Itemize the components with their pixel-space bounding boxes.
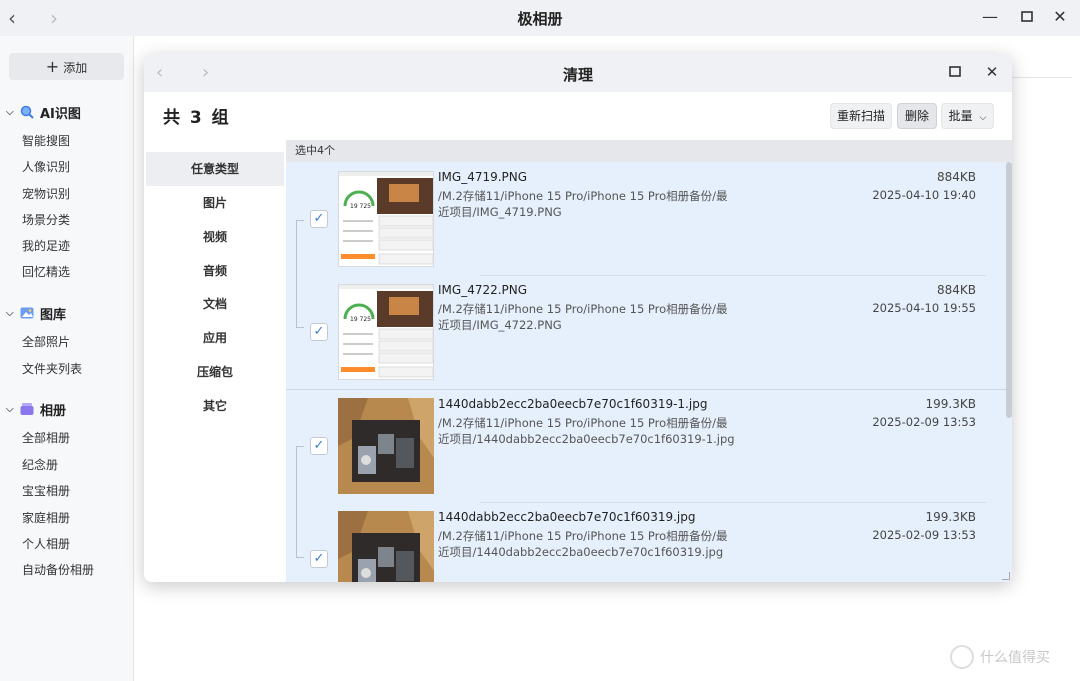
ai-search-icon bbox=[20, 105, 34, 119]
maximize-button[interactable] bbox=[1016, 6, 1038, 28]
chevron-down-icon: ⌵ bbox=[979, 113, 987, 123]
file-size: 199.3KB bbox=[925, 510, 976, 524]
cleanup-dialog: ‹ › 清理 ✕ 共 3 组 重新扫描 删除 批量 ⌵ 任意类型 图片 视频 音… bbox=[144, 54, 1012, 582]
dialog-titlebar: ‹ › 清理 ✕ bbox=[144, 54, 1012, 92]
file-row[interactable]: ✓ 1440dabb2ecc2ba0eecb7e70c1f60319-1.jpg… bbox=[286, 389, 1002, 502]
sidebar-section-gallery[interactable]: ⌵ 图库 bbox=[6, 303, 66, 323]
dialog-maximize-button[interactable] bbox=[945, 63, 965, 81]
file-name: IMG_4719.PNG bbox=[438, 170, 528, 184]
dialog-close-button[interactable]: ✕ bbox=[982, 63, 1002, 81]
sidebar-item-all-albums[interactable]: 全部相册 bbox=[22, 429, 70, 447]
sidebar-item-smart-search[interactable]: 智能搜图 bbox=[22, 132, 70, 150]
category-any[interactable]: 任意类型 bbox=[146, 152, 284, 186]
category-other[interactable]: 其它 bbox=[146, 389, 284, 423]
category-document[interactable]: 文档 bbox=[146, 287, 284, 321]
sidebar-section-title: 相册 bbox=[40, 403, 67, 419]
sidebar-section-title: 图库 bbox=[40, 307, 67, 323]
selection-summary: 选中4个 bbox=[286, 140, 1012, 162]
benchmark-score: 19 725 bbox=[350, 203, 371, 210]
sidebar-item-memories[interactable]: 回忆精选 bbox=[22, 263, 70, 281]
sidebar-item-personal[interactable]: 个人相册 bbox=[22, 535, 70, 553]
sidebar-item-pet[interactable]: 宠物识别 bbox=[22, 185, 70, 203]
minimize-button[interactable]: — bbox=[979, 6, 1001, 28]
file-date: 2025-04-10 19:55 bbox=[872, 301, 976, 315]
watermark-logo-icon bbox=[950, 645, 974, 669]
file-size: 884KB bbox=[936, 170, 976, 184]
duplicate-file-list[interactable]: ✓ 19 725 IMG_4719.PNG /M.2存储11/iPhone 15… bbox=[286, 162, 1012, 582]
chevron-down-icon: ⌵ bbox=[6, 307, 14, 319]
sidebar-section-title: AI识图 bbox=[40, 106, 81, 122]
sidebar-section-album[interactable]: ⌵ 相册 bbox=[6, 399, 66, 419]
resize-handle[interactable] bbox=[1002, 572, 1010, 580]
category-archive[interactable]: 压缩包 bbox=[146, 355, 284, 389]
sidebar: + 添加 ⌵ AI识图 智能搜图 人像识别 宠物识别 场景分类 我的足迹 回忆精选… bbox=[0, 36, 134, 681]
app-titlebar: ‹ › 极相册 — ✕ bbox=[0, 0, 1080, 36]
benchmark-score: 19 725 bbox=[350, 316, 371, 323]
sidebar-item-baby[interactable]: 宝宝相册 bbox=[22, 482, 70, 500]
sidebar-item-all-photos[interactable]: 全部照片 bbox=[22, 333, 70, 351]
sidebar-item-auto-backup[interactable]: 自动备份相册 bbox=[22, 561, 94, 579]
file-date: 2025-02-09 13:53 bbox=[872, 528, 976, 542]
plus-icon: + bbox=[45, 57, 60, 76]
maximize-icon bbox=[949, 66, 961, 77]
sidebar-item-face[interactable]: 人像识别 bbox=[22, 158, 70, 176]
file-thumbnail bbox=[338, 511, 434, 582]
sidebar-item-family[interactable]: 家庭相册 bbox=[22, 509, 70, 527]
file-thumbnail: 19 725 bbox=[338, 171, 434, 267]
watermark-text: 什么值得买 bbox=[980, 650, 1050, 666]
sidebar-section-ai[interactable]: ⌵ AI识图 bbox=[6, 102, 81, 122]
file-name: IMG_4722.PNG bbox=[438, 283, 528, 297]
file-row[interactable]: ✓ 1440dabb2ecc2ba0eecb7e70c1f60319.jpg /… bbox=[286, 502, 1002, 582]
gallery-icon bbox=[20, 306, 34, 320]
batch-label: 批量 bbox=[948, 109, 973, 123]
file-path: /M.2存储11/iPhone 15 Pro/iPhone 15 Pro相册备份… bbox=[438, 189, 728, 219]
file-row[interactable]: ✓ 19 725 bbox=[286, 162, 1002, 275]
divider bbox=[1012, 77, 1072, 78]
file-path: /M.2存储11/iPhone 15 Pro/iPhone 15 Pro相册备份… bbox=[438, 529, 728, 559]
row-checkbox[interactable]: ✓ bbox=[310, 210, 328, 228]
file-path: /M.2存储11/iPhone 15 Pro/iPhone 15 Pro相册备份… bbox=[438, 302, 728, 332]
watermark: 什么值得买 bbox=[950, 645, 1050, 669]
file-date: 2025-04-10 19:40 bbox=[872, 188, 976, 202]
album-icon bbox=[20, 402, 34, 416]
box-photo-image bbox=[338, 511, 434, 582]
sidebar-item-memorial[interactable]: 纪念册 bbox=[22, 456, 58, 474]
benchmark-screenshot-image: 19 725 bbox=[339, 172, 433, 266]
category-list: 任意类型 图片 视频 音频 文档 应用 压缩包 其它 bbox=[144, 150, 286, 582]
chevron-down-icon: ⌵ bbox=[6, 403, 14, 415]
file-row[interactable]: ✓ 19 725 bbox=[286, 275, 1002, 388]
add-button[interactable]: + 添加 bbox=[9, 53, 124, 80]
add-button-label: 添加 bbox=[63, 61, 88, 75]
benchmark-screenshot-image: 19 725 bbox=[339, 285, 433, 379]
row-checkbox[interactable]: ✓ bbox=[310, 437, 328, 455]
sidebar-item-folders[interactable]: 文件夹列表 bbox=[22, 360, 82, 378]
delete-button[interactable]: 删除 bbox=[897, 103, 937, 129]
row-checkbox[interactable]: ✓ bbox=[310, 550, 328, 568]
file-thumbnail: 19 725 bbox=[338, 284, 434, 380]
category-app[interactable]: 应用 bbox=[146, 321, 284, 355]
maximize-icon bbox=[1021, 11, 1033, 22]
row-checkbox[interactable]: ✓ bbox=[310, 323, 328, 341]
file-date: 2025-02-09 13:53 bbox=[872, 415, 976, 429]
category-video[interactable]: 视频 bbox=[146, 220, 284, 254]
sidebar-item-scene[interactable]: 场景分类 bbox=[22, 211, 70, 229]
category-audio[interactable]: 音频 bbox=[146, 254, 284, 288]
file-path: /M.2存储11/iPhone 15 Pro/iPhone 15 Pro相册备份… bbox=[438, 416, 735, 446]
file-name: 1440dabb2ecc2ba0eecb7e70c1f60319-1.jpg bbox=[438, 397, 708, 411]
sidebar-item-footprint[interactable]: 我的足迹 bbox=[22, 237, 70, 255]
batch-dropdown[interactable]: 批量 ⌵ bbox=[941, 103, 994, 129]
box-photo-image bbox=[338, 398, 434, 494]
list-scrollbar[interactable] bbox=[1006, 162, 1012, 418]
file-thumbnail bbox=[338, 398, 434, 494]
close-button[interactable]: ✕ bbox=[1049, 6, 1071, 28]
rescan-button[interactable]: 重新扫描 bbox=[830, 103, 892, 129]
dialog-title: 清理 bbox=[562, 66, 593, 84]
app-title: 极相册 bbox=[517, 10, 563, 28]
group-count: 共 3 组 bbox=[163, 108, 231, 128]
file-name: 1440dabb2ecc2ba0eecb7e70c1f60319.jpg bbox=[438, 510, 696, 524]
chevron-down-icon: ⌵ bbox=[6, 106, 14, 118]
file-size: 199.3KB bbox=[925, 397, 976, 411]
category-image[interactable]: 图片 bbox=[146, 186, 284, 220]
file-size: 884KB bbox=[936, 283, 976, 297]
